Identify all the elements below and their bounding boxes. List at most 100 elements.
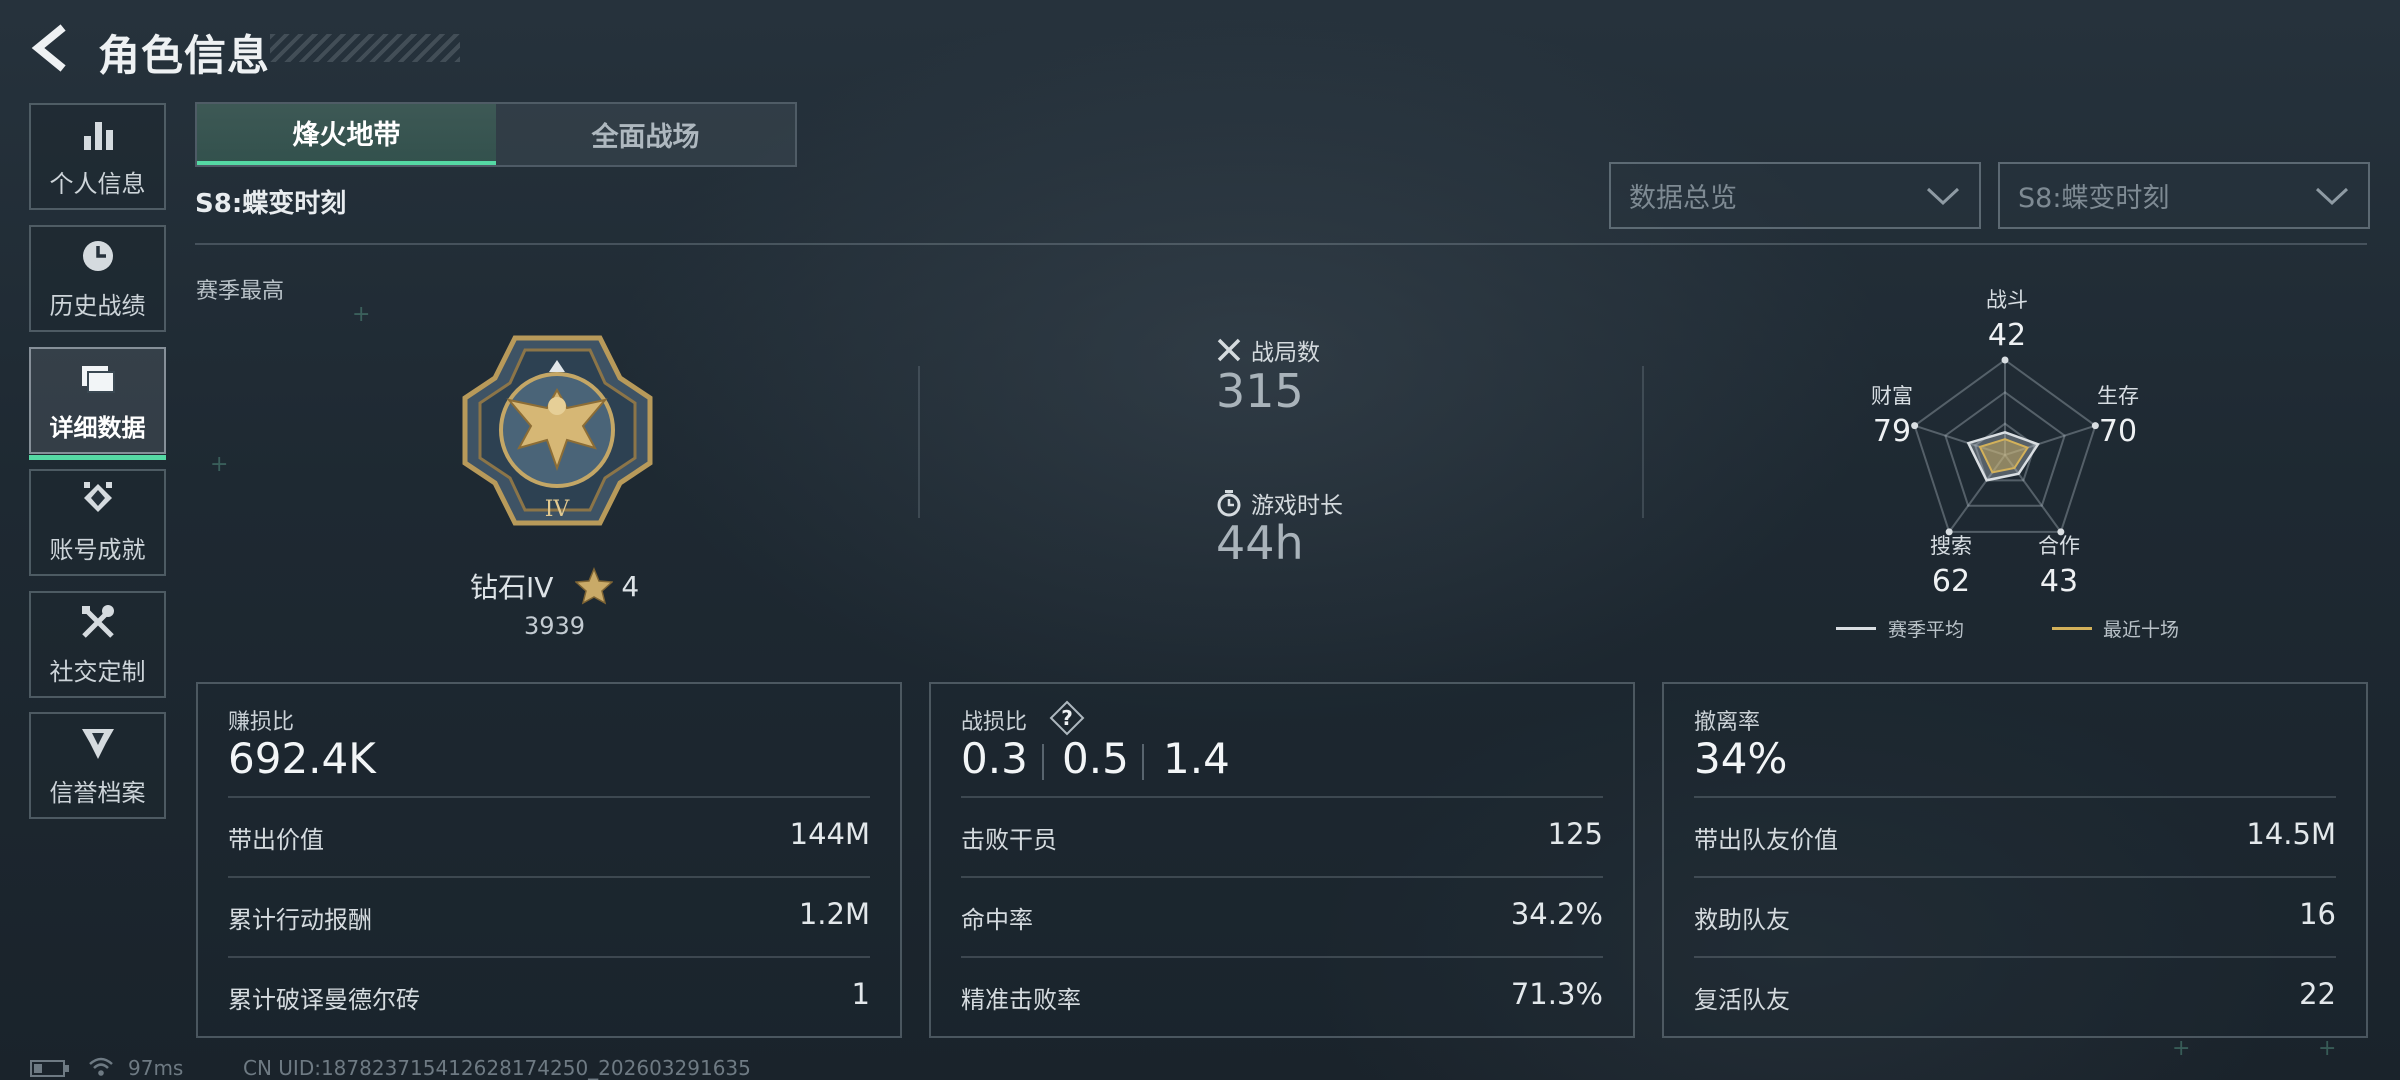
svg-text:IV: IV xyxy=(545,497,571,522)
row-value: 144M xyxy=(789,817,870,851)
divider xyxy=(228,956,870,958)
divider xyxy=(1642,366,1644,518)
season-filter-dropdown[interactable]: S8:蝶变时刻 xyxy=(1998,162,2370,229)
kd-value-3: 1.4 xyxy=(1163,734,1230,783)
folder-icon xyxy=(81,366,115,393)
user-uid: CN UID:187823715412628174250_20260329163… xyxy=(243,1056,751,1080)
sidebar-item-label: 详细数据 xyxy=(49,414,146,442)
profit-card: 赚损比 692.4K 带出价值 144M 累计行动报酬 1.2M 累计破译曼德尔… xyxy=(196,682,902,1038)
radar-value-cooperation: 43 xyxy=(2039,564,2079,599)
stopwatch-icon xyxy=(1217,490,1241,517)
shield-emblem-icon xyxy=(81,729,114,759)
rank-badge-icon: IV xyxy=(462,335,653,526)
row-value: 34.2% xyxy=(1510,897,1603,931)
profit-ratio-value: 692.4K xyxy=(228,734,376,783)
divider xyxy=(195,243,2367,245)
chevron-down-icon xyxy=(1926,187,1960,205)
row-value: 1 xyxy=(851,977,870,1011)
legend-season-avg: 赛季平均 xyxy=(1888,619,1965,641)
radar-label-cooperation: 合作 xyxy=(2038,534,2080,558)
rank-stars: 4 xyxy=(621,569,640,603)
divider xyxy=(918,366,920,518)
row-label: 救助队友 xyxy=(1694,906,1790,934)
rank-name: 钻石IV xyxy=(470,571,554,604)
playtime-label-row: 游戏时长 xyxy=(1215,486,1343,520)
sidebar-item-social[interactable]: 社交定制 xyxy=(29,591,166,698)
kd-value-2: 0.5 xyxy=(1062,734,1129,783)
radar-value-survival: 70 xyxy=(2098,414,2138,449)
radar-value-combat: 42 xyxy=(1987,318,2027,353)
radar-label-search: 搜索 xyxy=(1930,534,1972,558)
matches-label: 战局数 xyxy=(1251,340,1320,366)
playtime-label: 游戏时长 xyxy=(1251,493,1343,519)
wifi-icon xyxy=(89,1057,113,1076)
sidebar-item-label: 历史战绩 xyxy=(49,292,146,320)
row-value: 16 xyxy=(2299,897,2336,931)
row-value: 22 xyxy=(2299,977,2336,1011)
legend-swatch-season-avg xyxy=(1836,627,1876,630)
legend-recent-ten: 最近十场 xyxy=(2103,619,2180,641)
tab-full-battlefield[interactable]: 全面战场 xyxy=(496,104,795,165)
chevron-down-icon xyxy=(2315,187,2349,205)
sidebar-item-detailed-data[interactable]: 详细数据 xyxy=(29,347,166,460)
back-arrow-icon[interactable] xyxy=(26,24,74,72)
svg-text:?: ? xyxy=(1061,706,1073,730)
row-value: 125 xyxy=(1547,817,1603,851)
card-title: 赚损比 xyxy=(228,710,295,735)
help-icon[interactable]: ? xyxy=(1049,700,1085,736)
card-title: 战损比 xyxy=(961,710,1028,735)
divider xyxy=(1042,744,1044,780)
legend-swatch-recent-ten xyxy=(2052,627,2092,630)
row-label: 击败干员 xyxy=(961,826,1057,854)
mode-tabs: 烽火地带 全面战场 xyxy=(195,102,797,167)
radar-value-wealth: 79 xyxy=(1872,414,1912,449)
card-title: 撤离率 xyxy=(1694,710,1761,735)
battery-icon xyxy=(30,1060,69,1077)
season-title: S8:蝶变时刻 xyxy=(195,189,347,219)
crossed-swords-icon xyxy=(1217,338,1241,362)
sidebar-item-personal-info[interactable]: 个人信息 xyxy=(29,103,166,210)
title-decoration xyxy=(270,34,460,62)
sidebar-item-history[interactable]: 历史战绩 xyxy=(29,225,166,332)
dropdown-value: S8:蝶变时刻 xyxy=(2018,183,2170,214)
page-title: 角色信息 xyxy=(98,31,271,80)
achievement-icon xyxy=(83,482,112,512)
crosshair-decoration: + xyxy=(210,452,229,477)
row-label: 命中率 xyxy=(961,906,1033,934)
rank-score: 3939 xyxy=(524,612,586,640)
sidebar-item-label: 个人信息 xyxy=(49,170,146,198)
row-label: 精准击败率 xyxy=(961,986,1081,1014)
row-label: 复活队友 xyxy=(1694,986,1790,1014)
tab-fire-zone[interactable]: 烽火地带 xyxy=(197,104,496,165)
radar-value-search: 62 xyxy=(1931,564,1971,599)
crosshair-decoration: + xyxy=(2172,1036,2191,1061)
kd-card: 战损比 ? 0.3 0.5 1.4 击败干员 125 命中率 34.2% 精准击… xyxy=(929,682,1635,1038)
data-filter-dropdown[interactable]: 数据总览 xyxy=(1609,162,1981,229)
row-label: 带出价值 xyxy=(228,826,324,854)
divider xyxy=(228,876,870,878)
extract-rate-value: 34% xyxy=(1694,734,1788,783)
sidebar-item-reputation[interactable]: 信誉档案 xyxy=(29,712,166,819)
divider xyxy=(1142,744,1144,780)
row-label: 累计破译曼德尔砖 xyxy=(228,986,420,1014)
star-icon xyxy=(575,567,614,605)
bar-chart-icon xyxy=(83,122,113,150)
radar-label-survival: 生存 xyxy=(2097,384,2139,408)
sidebar-item-label: 信誉档案 xyxy=(49,779,146,807)
row-value: 1.2M xyxy=(798,897,870,931)
radar-label-wealth: 财富 xyxy=(1871,384,1913,408)
row-label: 带出队友价值 xyxy=(1694,826,1838,854)
divider xyxy=(961,956,1603,958)
row-value: 71.3% xyxy=(1510,977,1603,1011)
sidebar-item-achievements[interactable]: 账号成就 xyxy=(29,469,166,576)
row-label: 累计行动报酬 xyxy=(228,906,372,934)
sidebar-item-label: 账号成就 xyxy=(49,536,146,564)
radar-label-combat: 战斗 xyxy=(1986,288,2028,312)
matches-value: 315 xyxy=(1216,364,1304,418)
crosshair-decoration: + xyxy=(352,302,371,327)
matches-label-row: 战局数 xyxy=(1215,333,1320,367)
season-best-label: 赛季最高 xyxy=(196,279,285,304)
kd-value-1: 0.3 xyxy=(961,734,1028,783)
sidebar-item-label: 社交定制 xyxy=(49,658,146,686)
playtime-value: 44h xyxy=(1216,516,1304,570)
